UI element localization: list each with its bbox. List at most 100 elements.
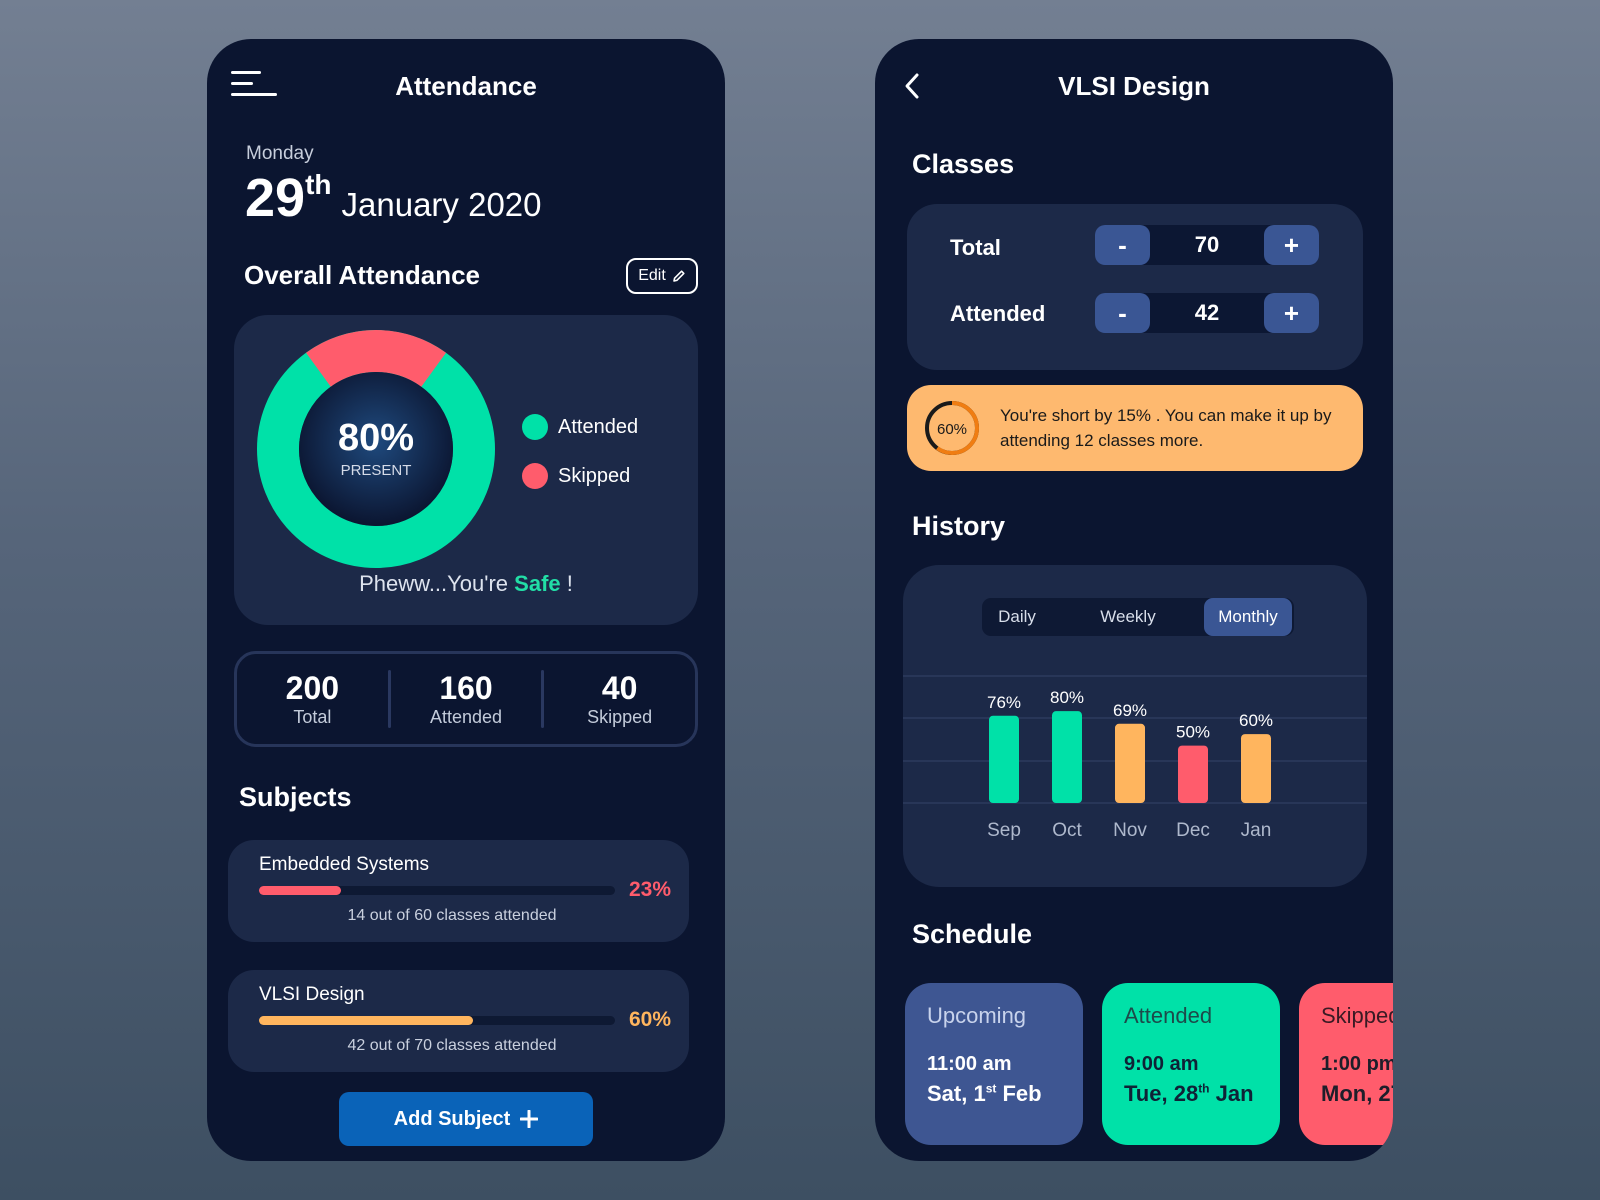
- classes-title: Classes: [912, 149, 1015, 179]
- progress-ring-icon: 60%: [925, 401, 979, 455]
- schedule-card-attended[interactable]: Attended 9:00 am Tue, 28th Jan: [1102, 983, 1280, 1145]
- attended-minus-button[interactable]: -: [1095, 293, 1150, 333]
- classes-card: Total - 70 + Attended - 42 +: [907, 204, 1363, 370]
- bar-value-label: 76%: [987, 693, 1021, 712]
- history-bar-chart: 76% Sep 80% Oct 69% Nov 50% Dec 60% Jan: [903, 675, 1367, 841]
- attended-stepper[interactable]: - 42 +: [1095, 293, 1319, 333]
- stat-value: 200: [285, 670, 340, 706]
- total-label: Total: [950, 235, 1001, 260]
- legend-skipped-label: Skipped: [558, 464, 631, 487]
- x-tick-label: Oct: [1052, 820, 1082, 841]
- overall-attendance-title: Overall Attendance: [244, 260, 481, 290]
- overall-attendance-card: 80% PRESENT Attended Skipped Pheww...You…: [234, 315, 698, 625]
- stat-value: 40: [601, 670, 638, 706]
- attended-label: Attended: [950, 301, 1046, 326]
- schedule-status: Upcoming: [927, 1003, 1027, 1028]
- history-card: Daily Weekly Monthly 76% Sep 80% Oct 69% Nov 5…: [903, 565, 1367, 887]
- total-minus-button[interactable]: -: [1095, 225, 1150, 265]
- subject-name: Embedded Systems: [259, 854, 430, 875]
- schedule-date: Mon, 27: [1321, 1081, 1393, 1106]
- warning-text: You're short by 15% . You can make it up…: [1000, 406, 1332, 450]
- date-number: 29: [245, 168, 306, 228]
- safe-highlight: Safe: [514, 571, 561, 596]
- day-label: Monday: [246, 143, 314, 164]
- stat-label: Total: [293, 707, 332, 727]
- schedule-title: Schedule: [912, 919, 1033, 949]
- shortage-warning: 60% You're short by 15% . You can make i…: [907, 385, 1363, 471]
- safe-message: Pheww...You're Safe !: [234, 571, 698, 597]
- subject-card-embedded-systems[interactable]: Embedded Systems 23% 14 out of 60 classe…: [228, 840, 689, 942]
- page-title: Attendance: [395, 71, 537, 101]
- stat-attended: 160 Attended: [391, 670, 542, 728]
- total-value: 70: [1194, 232, 1220, 257]
- subject-progress-track: [259, 886, 615, 895]
- legend-attended: Attended: [522, 414, 692, 440]
- month-year: January 2020: [341, 186, 542, 223]
- subject-progress-fill: [259, 1016, 473, 1025]
- attended-plus-button[interactable]: +: [1264, 293, 1319, 333]
- total-stepper[interactable]: - 70 +: [1095, 225, 1319, 265]
- bar-value-label: 50%: [1176, 723, 1210, 742]
- subject-percent: 23%: [628, 878, 671, 901]
- subject-info: 42 out of 70 classes attended: [347, 1037, 557, 1054]
- legend-attended-label: Attended: [558, 415, 639, 438]
- schedule-time: 1:00 pm: [1321, 1053, 1393, 1075]
- bar-value-label: 80%: [1050, 688, 1084, 707]
- stat-label: Skipped: [587, 707, 653, 727]
- subject-card-vlsi-design[interactable]: VLSI Design 60% 42 out of 70 classes att…: [228, 970, 689, 1072]
- bar-value-label: 69%: [1113, 701, 1147, 720]
- present-percent: 80%: [337, 417, 415, 459]
- safe-message-suffix: !: [560, 571, 573, 596]
- schedule-time: 9:00 am: [1124, 1053, 1199, 1075]
- bar-nov: [1115, 723, 1145, 803]
- attended-dot-icon: [522, 414, 548, 440]
- x-tick-label: Sep: [987, 820, 1021, 841]
- subject-progress-track: [259, 1016, 615, 1025]
- schedule-time: 11:00 am: [927, 1053, 1012, 1075]
- bar-value-label: 60%: [1239, 711, 1273, 730]
- add-subject-button[interactable]: Add Subject: [339, 1092, 593, 1146]
- schedule-status: Skipped: [1321, 1003, 1393, 1028]
- attended-value: 42: [1194, 300, 1220, 325]
- present-label: PRESENT: [340, 462, 412, 479]
- safe-message-prefix: Pheww...You're: [359, 571, 515, 596]
- x-tick-label: Dec: [1176, 820, 1210, 841]
- stats-summary: 200 Total 160 Attended 40 Skipped: [234, 651, 698, 747]
- date-suffix: th: [305, 169, 332, 200]
- schedule-card-upcoming[interactable]: Upcoming 11:00 am Sat, 1st Feb: [905, 983, 1083, 1145]
- total-plus-button[interactable]: +: [1264, 225, 1319, 265]
- bar-oct: [1052, 711, 1082, 803]
- legend-skipped: Skipped: [522, 463, 692, 489]
- subject-name: VLSI Design: [259, 984, 365, 1005]
- pencil-icon: [672, 270, 685, 282]
- schedule-date: Tue, 28th Jan: [1124, 1081, 1254, 1106]
- schedule-status: Attended: [1124, 1003, 1213, 1028]
- plus-icon: [520, 1110, 539, 1128]
- bar-jan: [1241, 734, 1271, 803]
- ring-label: 60%: [937, 421, 967, 438]
- subject-percent: 60%: [628, 1008, 671, 1031]
- donut-center: 80% PRESENT: [324, 417, 428, 479]
- stat-value: 160: [439, 670, 493, 706]
- stat-label: Attended: [429, 707, 503, 727]
- subjects-title: Subjects: [239, 782, 352, 812]
- x-tick-label: Jan: [1241, 820, 1272, 841]
- subject-progress-fill: [259, 886, 341, 895]
- page-title: VLSI Design: [1058, 71, 1210, 101]
- add-subject-label: Add Subject: [393, 1107, 511, 1130]
- edit-button[interactable]: Edit: [626, 258, 698, 294]
- schedule-card-skipped[interactable]: Skipped 1:00 pm Mon, 27: [1299, 983, 1393, 1145]
- stat-skipped: 40 Skipped: [544, 670, 695, 728]
- attendance-screen: Attendance Monday 29th January 2020 Overa…: [207, 39, 725, 1161]
- bar-sep: [989, 715, 1019, 803]
- bar-dec: [1178, 745, 1208, 803]
- subject-detail-screen: VLSI Design Classes Total - 70 + Attende…: [875, 39, 1393, 1161]
- stat-total: 200 Total: [237, 670, 388, 728]
- schedule-date: Sat, 1st Feb: [927, 1081, 1042, 1106]
- x-tick-label: Nov: [1113, 820, 1147, 841]
- subject-info: 14 out of 60 classes attended: [347, 907, 557, 924]
- edit-label: Edit: [638, 267, 666, 284]
- skipped-dot-icon: [522, 463, 548, 489]
- date-display: 29th January 2020: [245, 167, 542, 229]
- history-title: History: [912, 511, 1006, 541]
